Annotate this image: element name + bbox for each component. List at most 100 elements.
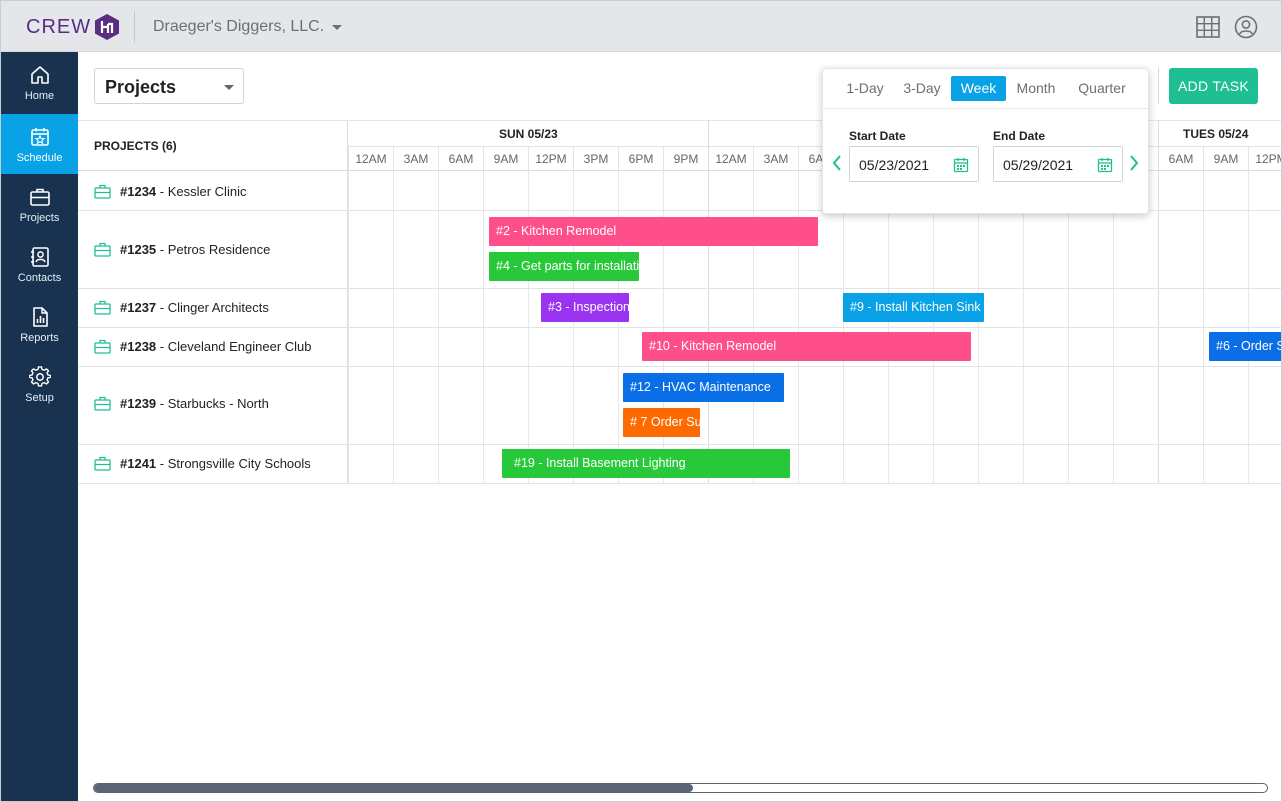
- briefcase-icon: [29, 188, 50, 206]
- hour-label: 3AM: [393, 146, 438, 171]
- task-bar[interactable]: #6 - Order Si: [1209, 332, 1281, 361]
- project-label[interactable]: #1239 - Starbucks - North: [94, 396, 269, 411]
- company-switcher[interactable]: Draeger's Diggers, LLC.: [153, 18, 343, 36]
- date-range-popover: 1-Day 3-Day Week Month Quarter Start Dat…: [822, 68, 1150, 214]
- hour-label: 3AM: [753, 146, 798, 171]
- project-name: - Petros Residence: [156, 242, 271, 257]
- reports-icon: [32, 307, 48, 327]
- calendar-icon[interactable]: [953, 157, 969, 173]
- project-name: - Starbucks - North: [156, 396, 269, 411]
- start-date-field[interactable]: 05/23/2021: [849, 146, 979, 182]
- end-date-field[interactable]: 05/29/2021: [993, 146, 1123, 182]
- project-name: - Strongsville City Schools: [156, 456, 311, 471]
- task-bar[interactable]: # 7 Order Su: [623, 408, 700, 437]
- sidebar-item-label: Reports: [20, 332, 59, 344]
- contacts-icon: [30, 247, 49, 267]
- sidebar-item-projects[interactable]: Projects: [1, 174, 78, 234]
- hour-label: 6AM: [438, 146, 483, 171]
- scrollbar-thumb[interactable]: [94, 784, 693, 792]
- project-number: #1234: [120, 184, 157, 199]
- chevron-right-icon[interactable]: [1128, 154, 1140, 172]
- task-bar[interactable]: #4 - Get parts for installation: [489, 252, 639, 281]
- briefcase-icon: [94, 396, 111, 411]
- range-tabs: 1-Day 3-Day Week Month Quarter: [823, 69, 1150, 109]
- briefcase-icon: [94, 242, 111, 257]
- hour-label: 3PM: [573, 146, 618, 171]
- sidebar-item-setup[interactable]: Setup: [1, 354, 78, 414]
- hour-label: 9AM: [483, 146, 528, 171]
- sidebar-item-label: Projects: [19, 212, 60, 224]
- briefcase-icon: [94, 300, 111, 315]
- grid-view-icon[interactable]: [1196, 16, 1220, 38]
- project-number: #1241: [120, 456, 157, 471]
- logo-text: CREW: [26, 15, 92, 38]
- project-number: #1237: [120, 300, 157, 315]
- project-row: #1237 - Clinger Architects: [78, 289, 1281, 328]
- sidebar-item-label: Schedule: [16, 152, 63, 164]
- toolbar-divider: [1158, 68, 1159, 104]
- project-label[interactable]: #1237 - Clinger Architects: [94, 300, 269, 315]
- task-bar[interactable]: #12 - HVAC Maintenance: [623, 373, 784, 402]
- briefcase-icon: [94, 456, 111, 471]
- gear-icon: [28, 366, 51, 387]
- horizontal-scrollbar[interactable]: [93, 783, 1268, 793]
- hour-label: 6PM: [618, 146, 663, 171]
- tab-month[interactable]: Month: [1008, 76, 1064, 101]
- project-label[interactable]: #1238 - Cleveland Engineer Club: [94, 339, 312, 354]
- briefcase-icon: [94, 184, 111, 199]
- start-date-value: 05/23/2021: [859, 157, 930, 173]
- project-name: - Cleveland Engineer Club: [156, 339, 312, 354]
- start-date-label: Start Date: [849, 129, 906, 143]
- chevron-down-icon: [224, 85, 234, 90]
- hour-label: 12PM: [1248, 146, 1281, 171]
- hour-label: 12PM: [528, 146, 573, 171]
- day-label: TUES 05/24: [1183, 127, 1249, 141]
- task-bar[interactable]: #9 - Install Kitchen Sink: [843, 293, 984, 322]
- tab-week[interactable]: Week: [951, 76, 1006, 101]
- tab-3-day[interactable]: 3-Day: [896, 76, 948, 101]
- project-label[interactable]: #1234 - Kessler Clinic: [94, 184, 246, 199]
- end-date-value: 05/29/2021: [1003, 157, 1074, 173]
- sidebar-item-reports[interactable]: Reports: [1, 294, 78, 354]
- project-number: #1235: [120, 242, 157, 257]
- task-bar[interactable]: #2 - Kitchen Remodel: [489, 217, 818, 246]
- company-name: Draeger's Diggers, LLC.: [153, 18, 325, 35]
- sidebar-item-label: Contacts: [17, 272, 62, 284]
- end-date-label: End Date: [993, 129, 1046, 143]
- project-name: - Clinger Architects: [156, 300, 269, 315]
- projects-header: PROJECTS (6): [78, 120, 348, 171]
- project-label[interactable]: #1235 - Petros Residence: [94, 242, 270, 257]
- sidebar-item-label: Setup: [25, 392, 54, 404]
- top-divider: [134, 11, 135, 43]
- tab-1-day[interactable]: 1-Day: [839, 76, 891, 101]
- project-number: #1239: [120, 396, 157, 411]
- sidebar-item-label: Home: [24, 90, 55, 102]
- tab-quarter[interactable]: Quarter: [1070, 76, 1134, 101]
- sidebar-item-home[interactable]: Home: [1, 52, 78, 112]
- chevron-left-icon[interactable]: [831, 154, 843, 172]
- logo-hex-icon: [95, 14, 120, 40]
- add-task-button[interactable]: ADD TASK: [1169, 68, 1258, 104]
- top-bar: CREW Draeger's Diggers, LLC.: [1, 1, 1281, 52]
- sidebar: Home Schedule Projects Contacts Reports …: [1, 52, 78, 801]
- calendar-icon[interactable]: [1097, 157, 1113, 173]
- sidebar-item-contacts[interactable]: Contacts: [1, 234, 78, 294]
- hour-label: 9AM: [1203, 146, 1248, 171]
- user-account-icon[interactable]: [1234, 15, 1258, 39]
- hour-label: 9PM: [663, 146, 708, 171]
- hour-label: 12AM: [348, 146, 393, 171]
- task-bar[interactable]: #3 - Inspection: [541, 293, 629, 322]
- view-select-value: Projects: [105, 77, 177, 97]
- sidebar-item-schedule[interactable]: Schedule: [1, 114, 78, 174]
- project-name: - Kessler Clinic: [156, 184, 247, 199]
- day-label: SUN 05/23: [499, 127, 558, 141]
- home-icon: [30, 66, 49, 84]
- task-bar[interactable]: #19 - Install Basement Lighting: [502, 449, 790, 478]
- view-select[interactable]: Projects: [94, 68, 244, 104]
- task-bar[interactable]: #10 - Kitchen Remodel: [642, 332, 971, 361]
- app-logo[interactable]: CREW: [26, 13, 120, 41]
- briefcase-icon: [94, 339, 111, 354]
- project-label[interactable]: #1241 - Strongsville City Schools: [94, 456, 311, 471]
- hour-label: 12AM: [708, 146, 753, 171]
- project-number: #1238: [120, 339, 157, 354]
